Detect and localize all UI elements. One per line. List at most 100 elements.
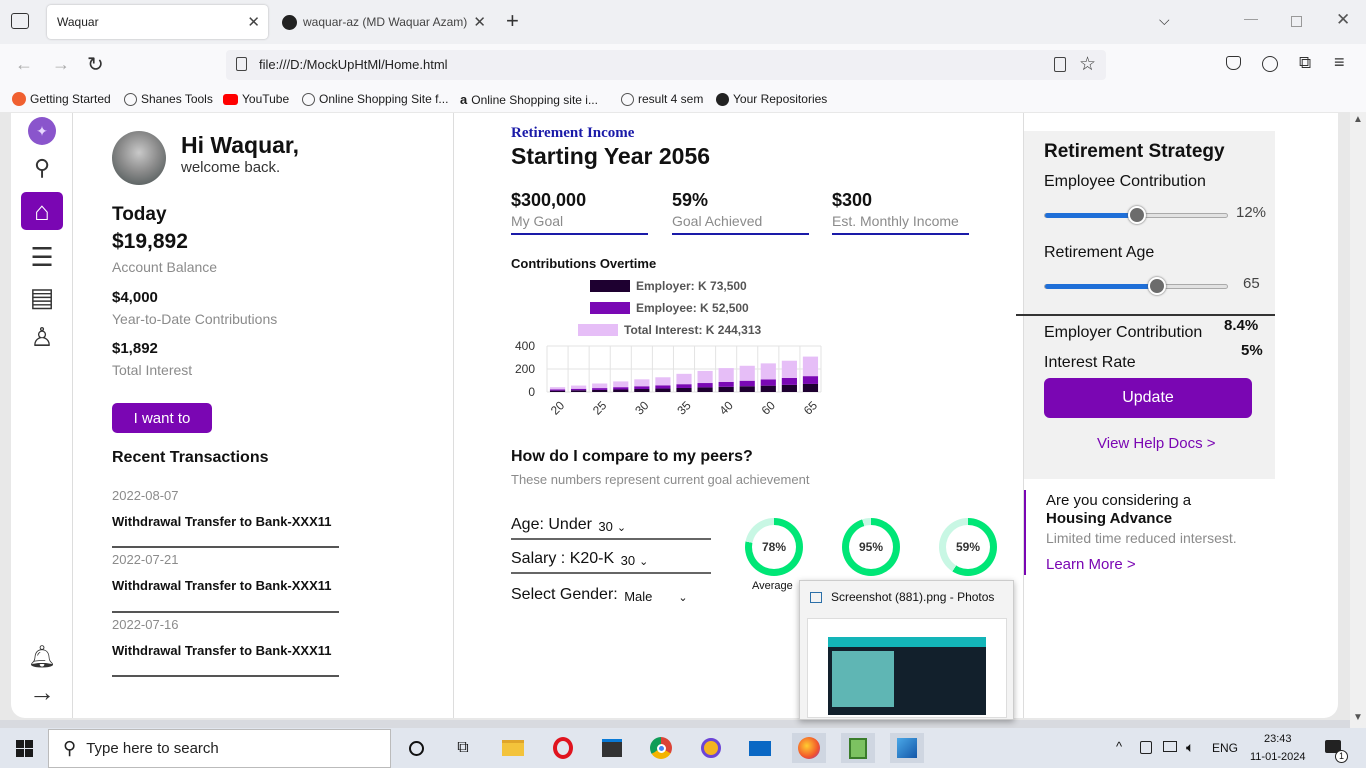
close-icon[interactable]: ✕ xyxy=(473,13,486,31)
slider-handle[interactable] xyxy=(1128,206,1146,224)
minimize-icon[interactable]: — xyxy=(1244,10,1258,26)
start-windows-icon[interactable] xyxy=(16,740,33,757)
search-icon[interactable]: ⚲ xyxy=(21,149,63,187)
notification-count: 1 xyxy=(1335,750,1348,763)
tray-chevron-icon[interactable]: ^ xyxy=(1116,739,1122,754)
bar-segment xyxy=(676,373,692,385)
clock-date[interactable]: 11-01-2024 xyxy=(1250,751,1305,763)
meet-now-icon[interactable] xyxy=(1140,741,1152,754)
help-docs-link[interactable]: View Help Docs > xyxy=(1097,435,1216,452)
store-icon[interactable] xyxy=(597,733,627,763)
bookmark-item[interactable]: Getting Started xyxy=(12,92,111,106)
scroll-down-icon[interactable]: ▼ xyxy=(1353,712,1363,723)
chrome-icon[interactable] xyxy=(646,733,676,763)
bell-icon[interactable]: 🔔︎ xyxy=(21,638,63,676)
reload-icon[interactable]: ↻ xyxy=(87,52,104,77)
x-tick-label: 35 xyxy=(674,398,694,418)
gender-filter[interactable]: Select Gender: Male ⌄ xyxy=(511,582,711,608)
star-icon[interactable]: ☆ xyxy=(1079,53,1096,76)
retirement-age-value: 65 xyxy=(1243,275,1260,292)
recent-transactions-heading: Recent Transactions xyxy=(112,449,269,466)
bar-segment xyxy=(676,387,692,392)
bar-segment xyxy=(802,356,819,377)
restore-icon[interactable] xyxy=(1291,16,1302,27)
scroll-up-icon[interactable]: ▲ xyxy=(1353,114,1363,125)
scrollbar[interactable]: ▲ ▼ xyxy=(1350,112,1366,728)
tab-github[interactable]: waquar-az (MD Waquar Azam) ✕ xyxy=(272,5,494,39)
interest-rate-label: Interest Rate xyxy=(1044,354,1136,371)
transaction-desc[interactable]: Withdrawal Transfer to Bank-XXX11 xyxy=(112,578,332,593)
account-icon[interactable] xyxy=(1262,56,1278,72)
close-window-icon[interactable]: ✕ xyxy=(1336,10,1350,30)
filter-value: 30 xyxy=(598,519,613,534)
notepad-icon[interactable] xyxy=(841,733,875,763)
update-button[interactable]: Update xyxy=(1044,378,1252,418)
home-icon[interactable]: ⌂ xyxy=(21,192,63,230)
profile-icon[interactable]: ♙ xyxy=(21,318,63,356)
language-indicator[interactable]: ENG xyxy=(1212,741,1238,755)
clock-time[interactable]: 23:43 xyxy=(1264,733,1292,745)
bookmark-item[interactable]: Shanes Tools xyxy=(124,92,213,106)
extensions-icon[interactable]: ⧉ xyxy=(1299,53,1311,73)
cortana-icon[interactable] xyxy=(401,733,431,763)
interest-rate-value: 5% xyxy=(1241,342,1263,359)
i-want-to-button[interactable]: I want to xyxy=(112,403,212,433)
mail-icon[interactable] xyxy=(745,733,775,763)
divider xyxy=(1016,314,1275,316)
bookmark-item[interactable]: Online Shopping Site f... xyxy=(302,92,448,106)
bookmarks-bar: Getting Started Shanes Tools YouTube Onl… xyxy=(0,86,1366,112)
bookmark-item[interactable]: Your Repositories xyxy=(716,92,827,106)
age-filter[interactable]: Age: Under 30 ⌄ xyxy=(511,514,711,540)
taskbar-preview[interactable]: Screenshot (881).png - Photos xyxy=(799,580,1014,720)
employer-contribution-label: Employer Contribution xyxy=(1044,324,1203,341)
pocket-icon[interactable] xyxy=(1226,56,1241,70)
transaction-desc[interactable]: Withdrawal Transfer to Bank-XXX11 xyxy=(112,514,332,529)
stat-label: Est. Monthly Income xyxy=(832,213,959,229)
chevron-down-icon: ⌄ xyxy=(616,522,627,534)
list-icon[interactable]: ☰ xyxy=(21,238,63,276)
bar-segment xyxy=(802,376,819,384)
menu-icon[interactable]: ≡ xyxy=(1334,52,1345,73)
url-bar[interactable]: file:///D:/MockUpHtMl/Home.html ☆ xyxy=(226,50,1106,80)
brave-icon[interactable] xyxy=(696,733,726,763)
avatar[interactable] xyxy=(112,131,166,185)
task-view-icon[interactable]: ⧉ xyxy=(448,733,478,763)
bar-segment xyxy=(592,383,608,389)
chart-title: Contributions Overtime xyxy=(511,256,657,271)
learn-more-link[interactable]: Learn More > xyxy=(1046,556,1136,573)
statement-icon[interactable]: ▤ xyxy=(21,278,63,316)
close-icon[interactable]: ✕ xyxy=(247,13,260,31)
opera-icon[interactable] xyxy=(548,733,578,763)
bar-segment xyxy=(634,386,650,390)
network-icon[interactable] xyxy=(1163,741,1177,752)
x-tick-label: 20 xyxy=(548,398,568,418)
stat-label: Goal Achieved xyxy=(672,213,763,229)
x-tick-label: 25 xyxy=(590,398,610,418)
file-explorer-icon[interactable] xyxy=(498,733,528,763)
stat-my-goal: $300,000 My Goal xyxy=(511,190,648,235)
forward-icon[interactable]: → xyxy=(52,54,70,75)
bookmark-item[interactable]: result 4 sem xyxy=(621,92,703,106)
github-icon xyxy=(282,14,297,30)
bookmark-item[interactable]: a Online Shopping site i... xyxy=(460,92,598,107)
firefox-taskbar-icon[interactable] xyxy=(792,733,826,763)
taskbar-search[interactable]: ⚲ Type here to search xyxy=(48,729,391,768)
transaction-desc[interactable]: Withdrawal Transfer to Bank-XXX11 xyxy=(112,643,332,658)
salary-filter[interactable]: Salary : K20-K 30 ⌄ xyxy=(511,548,711,574)
employee-contribution-slider[interactable] xyxy=(1044,206,1228,224)
bookmark-item[interactable]: YouTube xyxy=(223,92,289,106)
retirement-age-slider[interactable] xyxy=(1044,277,1228,295)
volume-icon[interactable]: 🔈︎ xyxy=(1186,739,1194,756)
stat-label: My Goal xyxy=(511,213,564,229)
chevron-down-icon[interactable]: ⌵ xyxy=(1159,12,1170,29)
photos-taskbar-icon[interactable] xyxy=(890,733,924,763)
tab-waquar[interactable]: Waquar ✕ xyxy=(47,5,268,39)
reader-icon[interactable] xyxy=(1054,57,1066,72)
new-tab-icon[interactable]: + xyxy=(506,8,519,34)
logout-arrow-icon[interactable]: → xyxy=(21,673,63,711)
promo-line2: Housing Advance xyxy=(1046,510,1173,527)
tab-list-icon[interactable] xyxy=(11,13,29,29)
bookmark-label: Online Shopping Site f... xyxy=(319,92,449,106)
tab-bar: Waquar ✕ waquar-az (MD Waquar Azam) ✕ + … xyxy=(0,0,1366,44)
back-icon[interactable]: ← xyxy=(15,54,33,75)
